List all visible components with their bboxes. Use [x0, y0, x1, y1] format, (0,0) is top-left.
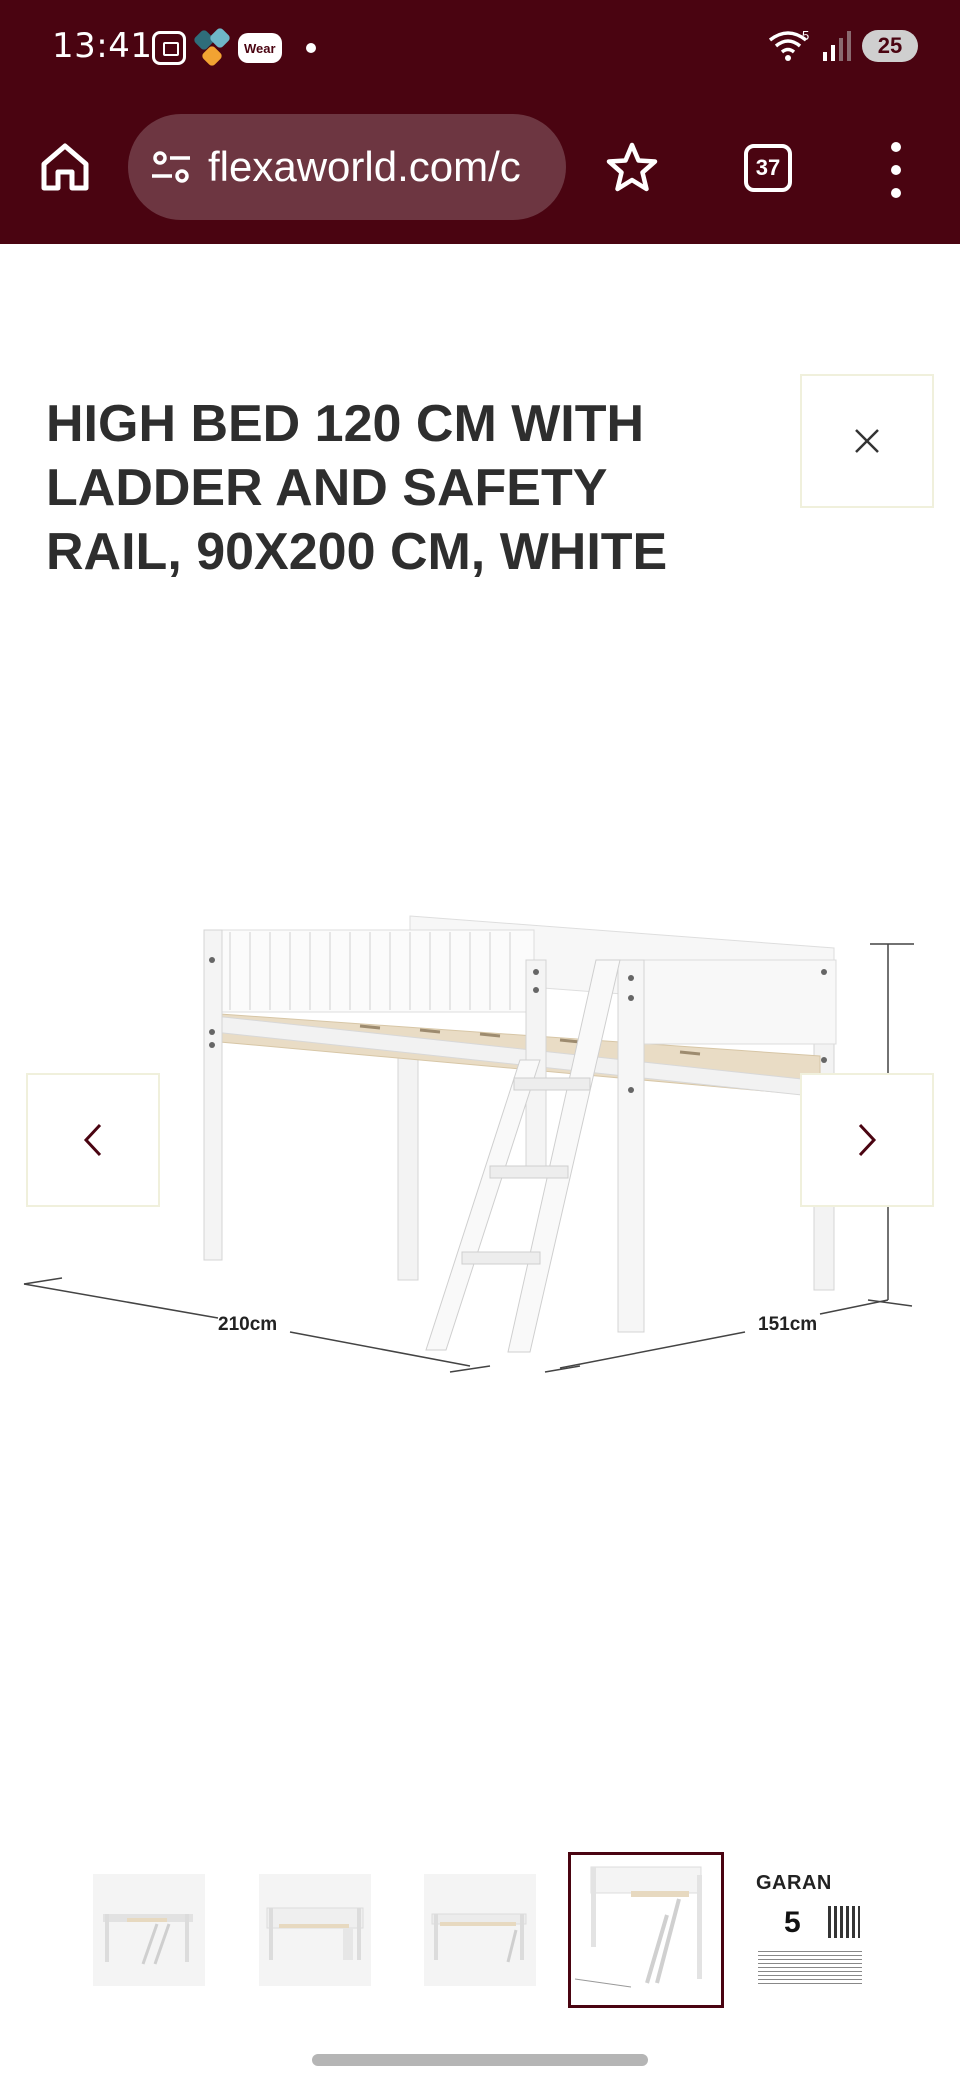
address-bar[interactable]: flexaworld.com/c	[128, 114, 566, 220]
thumbnail-4-active[interactable]	[568, 1852, 724, 2008]
depth-label: 151cm	[758, 1314, 817, 1335]
guarantee-years: 5	[784, 1906, 801, 1939]
guarantee-fine-print	[758, 1950, 862, 1984]
length-label: 210cm	[218, 1314, 277, 1335]
thumbnail-2[interactable]	[259, 1874, 371, 1986]
browser-toolbar: flexaworld.com/c 37	[0, 100, 960, 244]
qr-code-icon	[828, 1906, 860, 1938]
notification-icons: Wear	[152, 26, 316, 68]
thumbnail-4-image	[574, 1866, 702, 1988]
thumbnail-1-image	[103, 1914, 193, 1965]
bed-drawing	[203, 915, 837, 1353]
app-hex-icon	[192, 26, 232, 68]
star-icon[interactable]	[604, 140, 660, 196]
gesture-home-indicator[interactable]	[312, 2054, 648, 2066]
system-icons: 5 25	[768, 28, 918, 64]
url-text[interactable]: flexaworld.com/c	[208, 143, 521, 191]
previous-image-button[interactable]	[26, 1073, 160, 1207]
svg-text:5: 5	[802, 28, 809, 43]
thumbnail-3-image	[431, 1913, 527, 1963]
thumbnail-strip: GARAN 5	[0, 1852, 960, 2012]
chevron-right-icon	[858, 1123, 877, 1157]
tune-icon[interactable]	[150, 146, 192, 188]
thumbnail-1[interactable]	[93, 1874, 205, 1986]
screenshot-icon	[152, 31, 186, 65]
thumbnail-3[interactable]	[424, 1874, 536, 1986]
wear-app-icon: Wear	[238, 33, 282, 63]
battery-icon: 25	[862, 30, 918, 62]
notification-dot-icon	[305, 43, 316, 53]
next-image-button[interactable]	[800, 1073, 934, 1207]
thumbnail-5-guarantee[interactable]: GARAN 5	[754, 1872, 866, 1988]
close-button[interactable]	[800, 374, 934, 508]
wifi-icon: 5	[768, 28, 809, 61]
thumbnail-2-image	[266, 1907, 364, 1960]
home-icon[interactable]	[38, 140, 92, 194]
close-icon	[855, 429, 879, 453]
signal-icon	[823, 31, 851, 61]
more-vert-icon[interactable]	[884, 142, 908, 198]
guarantee-title: GARAN	[756, 1872, 832, 1894]
tabs-icon[interactable]: 37	[744, 144, 792, 192]
product-title: HIGH BED 120 CM WITH LADDER AND SAFETY R…	[46, 395, 668, 581]
status-time: 13:41	[52, 26, 153, 66]
chevron-left-icon	[83, 1123, 102, 1157]
status-bar: 13:41 Wear 5 25	[0, 0, 960, 100]
